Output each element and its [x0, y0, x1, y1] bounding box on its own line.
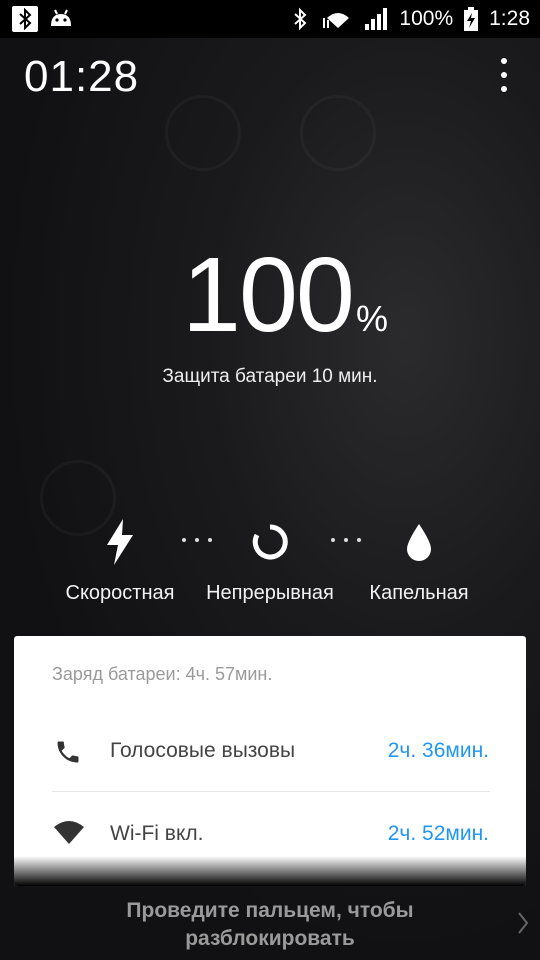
battery-percent-number: 100 [182, 236, 355, 354]
swipe-text-line: разблокировать [185, 927, 355, 950]
wifi-data-icon [323, 6, 353, 32]
mode-label: Непрерывная [206, 582, 334, 604]
swipe-text-line: Проведите пальцем, чтобы [126, 899, 414, 922]
list-item: Голосовые вызовы 2ч. 36мин. [14, 722, 526, 782]
row-value: 2ч. 36мин. [387, 739, 489, 762]
battery-info-card[interactable]: Заряд батареи: 4ч. 57мин. Голосовые вызо… [14, 636, 526, 886]
signal-icon [363, 6, 389, 32]
mode-continuous: Непрерывная [190, 518, 350, 605]
bluetooth-icon [287, 6, 313, 32]
row-label: Голосовые вызовы [110, 739, 296, 762]
android-icon [48, 6, 74, 32]
card-header: Заряд батареи: 4ч. 57мин. [52, 664, 273, 684]
chevron-right-icon [516, 910, 532, 938]
wifi-icon [54, 821, 84, 851]
percent-sign: % [356, 298, 389, 339]
battery-level-display: 100 % [0, 240, 540, 350]
overflow-menu-icon[interactable] [494, 58, 514, 92]
battery-charging-icon [463, 6, 479, 32]
battery-percent-text: 100% [399, 7, 454, 30]
circle-refresh-icon [190, 518, 350, 566]
background-ghost-circle [165, 95, 241, 171]
row-label: Wi-Fi вкл. [110, 822, 204, 845]
lockscreen-clock: 01:28 [24, 52, 140, 101]
battery-protection-text: Защита батареи 10 мин. [162, 366, 378, 387]
row-value: 2ч. 52мин. [387, 822, 489, 845]
swipe-to-unlock-text[interactable]: Проведите пальцем, чтобы разблокировать [0, 897, 540, 953]
mode-trickle: Капельная [339, 518, 499, 605]
lightning-icon [40, 518, 200, 566]
status-time: 1:28 [489, 7, 530, 30]
background-ghost-circle [300, 95, 376, 171]
mode-label: Скоростная [65, 582, 175, 604]
card-fade-overlay [14, 856, 526, 886]
charging-modes: Скоростная Непрерывная Капельная [0, 518, 540, 608]
mode-fast: Скоростная [40, 518, 200, 605]
mode-label: Капельная [369, 582, 469, 604]
divider [52, 791, 490, 792]
phone-icon [54, 738, 84, 768]
bluetooth-icon [12, 6, 38, 32]
status-bar: 100% 1:28 [0, 0, 540, 38]
drop-icon [339, 518, 499, 566]
